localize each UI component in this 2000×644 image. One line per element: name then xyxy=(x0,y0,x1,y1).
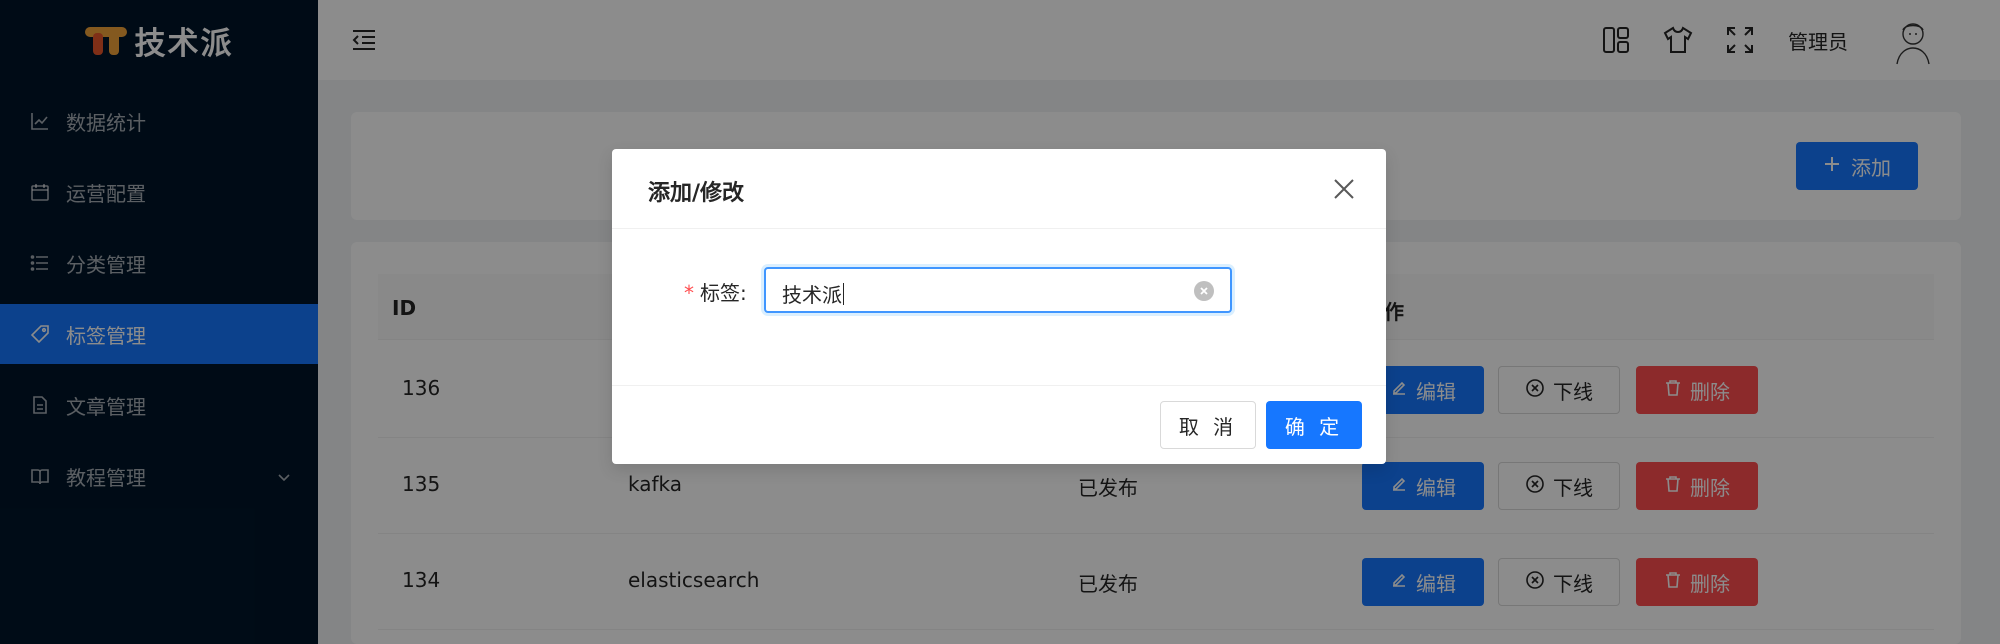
modal-footer: 取 消 确 定 xyxy=(612,385,1386,464)
modal-title: 添加/修改 xyxy=(648,181,745,206)
form-row-tag: * 标签: 技术派 xyxy=(612,267,1386,315)
tag-input-value: 技术派 xyxy=(782,283,844,307)
clear-icon[interactable] xyxy=(1194,281,1214,301)
tag-input[interactable]: 技术派 xyxy=(764,267,1232,313)
cancel-button[interactable]: 取 消 xyxy=(1160,401,1256,449)
modal-header: 添加/修改 xyxy=(612,149,1386,229)
tag-modal: 添加/修改 * 标签: 技术派 取 消 确 定 xyxy=(612,149,1386,464)
required-mark: * xyxy=(684,281,694,305)
ok-button[interactable]: 确 定 xyxy=(1266,401,1362,449)
tag-field-label: * 标签: xyxy=(684,281,747,305)
close-icon[interactable] xyxy=(1330,175,1358,203)
